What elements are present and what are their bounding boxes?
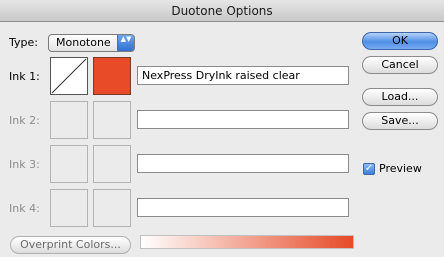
type-label: Type: xyxy=(9,36,38,49)
preview-checkbox[interactable]: ✓ xyxy=(363,163,375,175)
duotone-gradient-ramp xyxy=(140,235,354,249)
ok-button[interactable]: OK xyxy=(362,32,438,50)
window-title: Duotone Options xyxy=(0,0,444,22)
ink4-label: Ink 4: xyxy=(9,202,40,215)
ink3-curve-box[interactable] xyxy=(50,145,88,183)
ink1-name-field[interactable]: NexPress DryInk raised clear xyxy=(137,66,349,85)
type-select-value: Monotone xyxy=(56,36,111,49)
curve-diagonal-icon xyxy=(51,58,87,94)
save-button[interactable]: Save... xyxy=(362,112,438,130)
ink4-color-swatch[interactable] xyxy=(93,189,131,227)
cancel-button[interactable]: Cancel xyxy=(362,56,438,74)
ink1-color-swatch[interactable] xyxy=(93,57,131,95)
overprint-colors-button[interactable]: Overprint Colors... xyxy=(10,236,131,254)
ink2-curve-box[interactable] xyxy=(50,101,88,139)
ink4-name-field[interactable] xyxy=(137,198,349,217)
preview-label[interactable]: Preview xyxy=(379,162,422,175)
ink3-label: Ink 3: xyxy=(9,158,40,171)
ink1-label: Ink 1: xyxy=(9,70,40,83)
ink2-color-swatch[interactable] xyxy=(93,101,131,139)
ink2-label: Ink 2: xyxy=(9,114,40,127)
type-select[interactable]: Monotone ▲▼ xyxy=(48,34,135,52)
ink3-color-swatch[interactable] xyxy=(93,145,131,183)
ink1-curve-box[interactable] xyxy=(50,57,88,95)
select-arrows-icon: ▲▼ xyxy=(117,35,134,51)
load-button[interactable]: Load... xyxy=(362,88,438,106)
ink4-curve-box[interactable] xyxy=(50,189,88,227)
ink3-name-field[interactable] xyxy=(137,154,349,173)
dialog-body: Type: Monotone ▲▼ Ink 1: NexPress DryInk… xyxy=(0,22,444,257)
ink2-name-field[interactable] xyxy=(137,110,349,129)
